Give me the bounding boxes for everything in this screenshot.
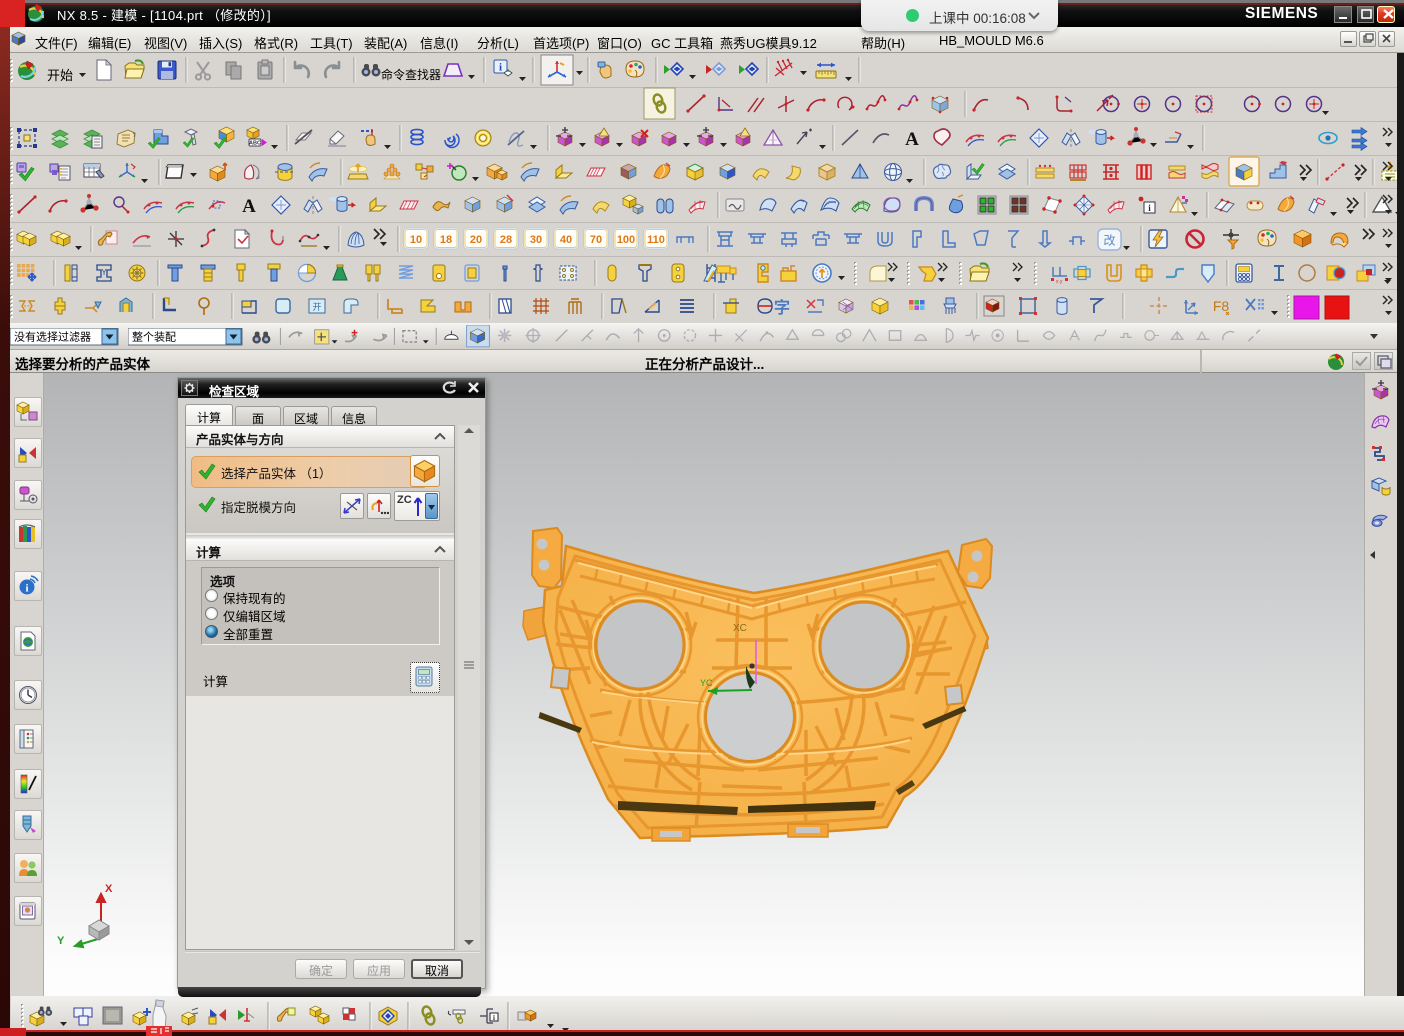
svg-text:18: 18 bbox=[440, 234, 452, 246]
svg-text:字: 字 bbox=[774, 298, 790, 317]
svg-text:x y: x y bbox=[1056, 279, 1063, 285]
svg-text:100: 100 bbox=[617, 234, 635, 246]
svg-text:命令查找器: 命令查找器 bbox=[381, 67, 441, 82]
svg-text:i: i bbox=[499, 62, 502, 74]
svg-text:F8: F8 bbox=[1213, 298, 1230, 314]
svg-text:开: 开 bbox=[312, 302, 321, 312]
svg-text:30: 30 bbox=[530, 234, 542, 246]
svg-text:X: X bbox=[105, 883, 113, 895]
svg-text:Y: Y bbox=[101, 268, 107, 277]
svg-text:没有选择过滤器: 没有选择过滤器 bbox=[14, 330, 91, 344]
svg-text:XC: XC bbox=[733, 623, 747, 634]
svg-text:A: A bbox=[242, 196, 256, 217]
svg-text:整个装配: 整个装配 bbox=[132, 330, 176, 344]
svg-text:20: 20 bbox=[470, 234, 482, 246]
svg-text:Y: Y bbox=[57, 935, 65, 947]
svg-text:110: 110 bbox=[647, 234, 665, 246]
svg-text:28: 28 bbox=[500, 234, 512, 246]
svg-text:ABC: ABC bbox=[249, 141, 261, 147]
svg-text:A: A bbox=[905, 129, 919, 150]
svg-text:改: 改 bbox=[1103, 234, 1115, 248]
svg-text:70: 70 bbox=[590, 234, 602, 246]
svg-text:i: i bbox=[25, 583, 28, 595]
svg-text:40: 40 bbox=[560, 234, 572, 246]
svg-text:i: i bbox=[493, 1014, 495, 1022]
svg-text:10: 10 bbox=[410, 234, 422, 246]
svg-text:YC: YC bbox=[700, 678, 713, 688]
svg-text:开始: 开始 bbox=[47, 68, 73, 83]
